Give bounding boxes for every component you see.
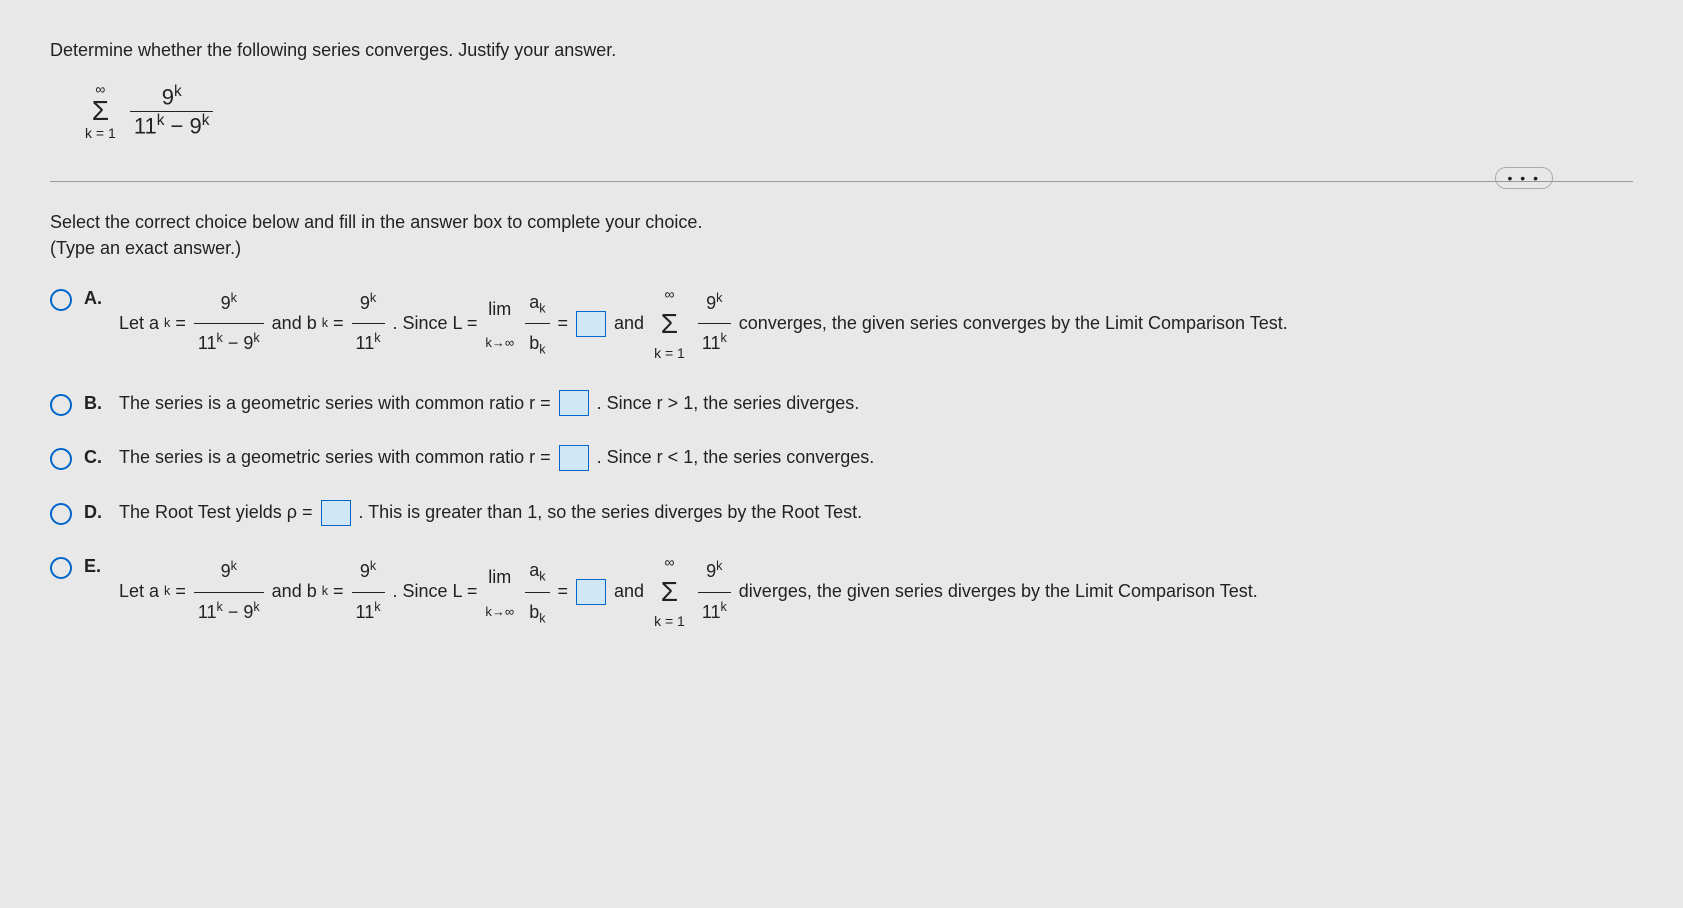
- radio-e[interactable]: [50, 557, 72, 579]
- answer-box-a[interactable]: [576, 311, 606, 337]
- answer-box-b[interactable]: [559, 390, 589, 416]
- choice-c: C. The series is a geometric series with…: [50, 438, 1633, 478]
- radio-b[interactable]: [50, 394, 72, 416]
- answer-box-e[interactable]: [576, 579, 606, 605]
- sub-instruction-text: (Type an exact answer.): [50, 238, 1633, 259]
- radio-a[interactable]: [50, 289, 72, 311]
- choice-d-label: D.: [84, 493, 109, 533]
- divider: [50, 181, 1633, 182]
- series-fraction: 9k 11k − 9k: [130, 83, 214, 139]
- radio-c[interactable]: [50, 448, 72, 470]
- answer-box-c[interactable]: [559, 445, 589, 471]
- choice-b: B. The series is a geometric series with…: [50, 384, 1633, 424]
- choice-e: E. Let ak = 9k 11k − 9k and bk = 9k 11k …: [50, 547, 1633, 637]
- choice-b-label: B.: [84, 384, 109, 424]
- sigma-symbol: ∞ Σ k = 1: [85, 81, 116, 141]
- choice-a: A. Let ak = 9k 11k − 9k and bk = 9k 11k …: [50, 279, 1633, 369]
- choice-c-label: C.: [84, 438, 109, 478]
- choice-a-label: A.: [84, 279, 109, 319]
- choice-d: D. The Root Test yields ρ = . This is gr…: [50, 493, 1633, 533]
- choice-a-content: Let ak = 9k 11k − 9k and bk = 9k 11k . S…: [119, 279, 1633, 369]
- answer-box-d[interactable]: [321, 500, 351, 526]
- choice-e-label: E.: [84, 547, 109, 587]
- choice-e-content: Let ak = 9k 11k − 9k and bk = 9k 11k . S…: [119, 547, 1633, 637]
- series-display: ∞ Σ k = 1 9k 11k − 9k: [80, 81, 1633, 141]
- choice-b-content: The series is a geometric series with co…: [119, 384, 1633, 424]
- choice-c-content: The series is a geometric series with co…: [119, 438, 1633, 478]
- instruction-text: Select the correct choice below and fill…: [50, 212, 1633, 233]
- ellipsis-button[interactable]: • • •: [1495, 167, 1553, 189]
- radio-d[interactable]: [50, 503, 72, 525]
- question-text: Determine whether the following series c…: [50, 40, 1633, 61]
- choice-d-content: The Root Test yields ρ = . This is great…: [119, 493, 1633, 533]
